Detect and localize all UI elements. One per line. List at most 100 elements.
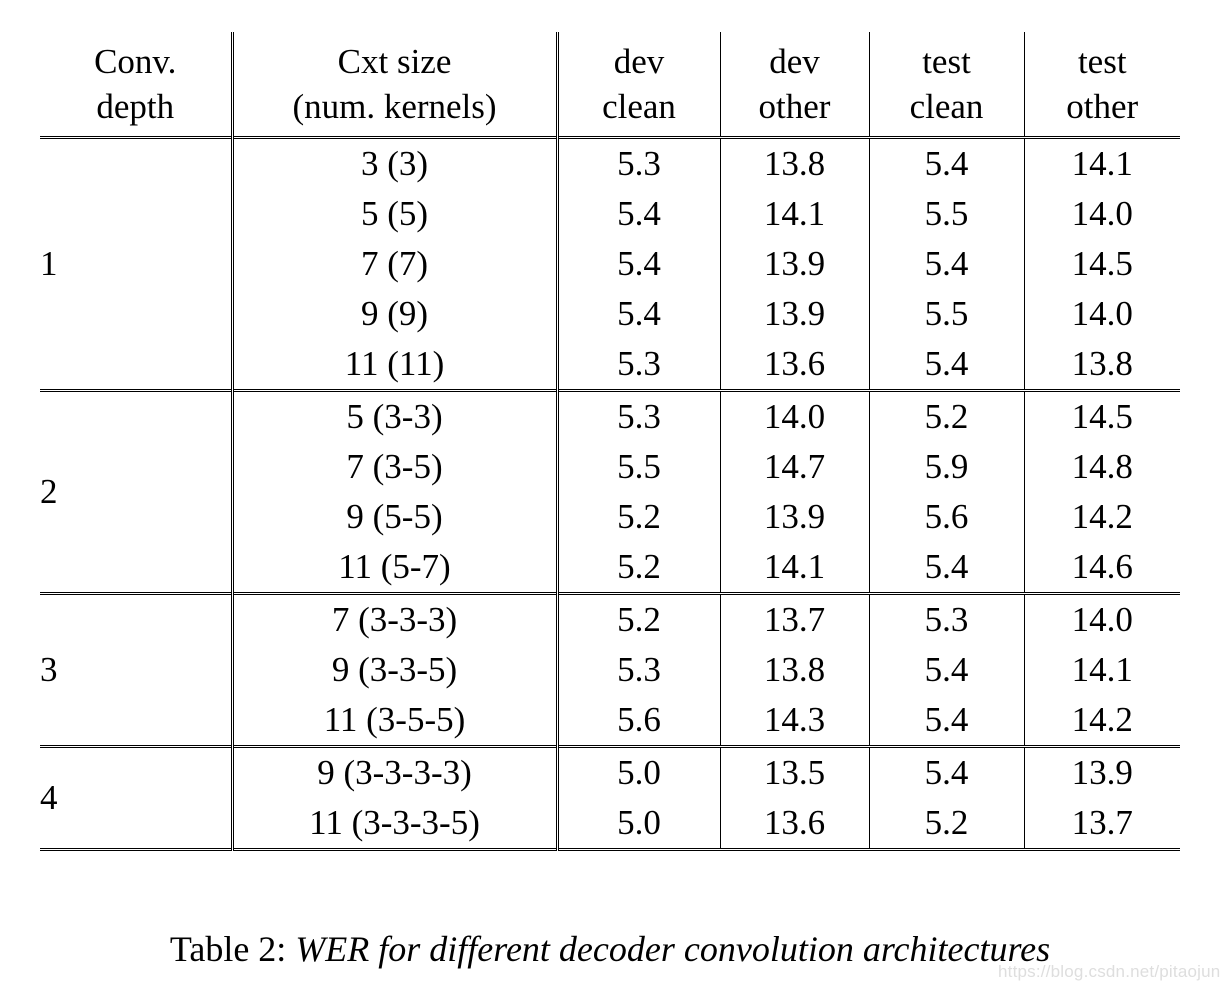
cell-dev-clean: 5.3 xyxy=(557,139,721,189)
table-row: 13 (3) 5.3 13.8 5.4 14.1 xyxy=(40,139,1180,391)
cell-test-clean: 5.4 xyxy=(869,339,1025,391)
cell-test-clean: 5.4 xyxy=(869,695,1025,747)
cell-cxt-size: 9 (9) xyxy=(232,289,559,339)
column-header-test-other: test other xyxy=(1024,32,1180,138)
cell-dev-clean: 5.3 xyxy=(557,339,721,391)
cell-cxt-size: 5 (5) xyxy=(232,189,559,239)
dev-other-line2: other xyxy=(758,87,831,126)
cell-dev-other: 13.9 xyxy=(720,239,870,289)
cell-test-other: 13.9 xyxy=(1024,748,1180,798)
cell-dev-other: 13.8 xyxy=(720,139,870,189)
cell-test-other: 14.0 xyxy=(1024,189,1180,239)
cell-dev-other: 13.9 xyxy=(720,289,870,339)
cell-conv-depth: 2 xyxy=(40,392,234,594)
wer-results-table: Conv. depth Cxt size (num. kernels) dev … xyxy=(40,32,1180,852)
cell-dev-other: 14.7 xyxy=(720,442,870,492)
cell-dev-clean: 5.3 xyxy=(557,392,721,442)
cell-dev-clean: 5.5 xyxy=(557,442,721,492)
cell-test-other: 14.2 xyxy=(1024,695,1180,747)
cxt-size-line2: (num. kernels) xyxy=(292,87,497,126)
cell-cxt-size: 9 (5-5) xyxy=(232,492,559,542)
conv-depth-line1: Conv. xyxy=(94,42,177,81)
test-clean-line2: clean xyxy=(909,87,984,126)
test-other-line2: other xyxy=(1066,87,1139,126)
watermark: https://blog.csdn.net/pitaojun xyxy=(998,962,1221,981)
cell-test-clean: 5.2 xyxy=(869,392,1025,442)
cell-test-other: 14.1 xyxy=(1024,645,1180,695)
cell-test-clean: 5.3 xyxy=(869,595,1025,645)
cell-conv-depth: 1 xyxy=(40,139,234,391)
cell-test-other: 14.5 xyxy=(1024,392,1180,442)
cell-dev-other: 14.1 xyxy=(720,542,870,594)
conv-depth-line2: depth xyxy=(96,87,175,126)
cell-test-other: 14.2 xyxy=(1024,492,1180,542)
cell-test-other: 14.5 xyxy=(1024,239,1180,289)
cell-test-clean: 5.4 xyxy=(869,748,1025,798)
cell-dev-clean: 5.3 xyxy=(557,645,721,695)
cell-cxt-size: 11 (3-5-5) xyxy=(232,695,559,747)
cell-dev-clean: 5.4 xyxy=(557,289,721,339)
cell-cxt-size: 11 (3-3-3-5) xyxy=(232,798,559,850)
cell-dev-clean: 5.4 xyxy=(557,239,721,289)
cell-conv-depth: 4 xyxy=(40,748,234,850)
table-body: 13 (3) 5.3 13.8 5.4 14.1 5 (5) 5.4 14.1 5.5 14.0 7… xyxy=(40,136,1180,852)
cell-test-clean: 5.4 xyxy=(869,239,1025,289)
cell-test-clean: 5.5 xyxy=(869,189,1025,239)
cell-dev-other: 13.9 xyxy=(720,492,870,542)
cell-cxt-size: 9 (3-3-5) xyxy=(232,645,559,695)
column-header-dev-clean: dev clean xyxy=(557,32,721,138)
cell-cxt-size: 5 (3-3) xyxy=(232,392,559,442)
cell-cxt-size: 7 (3-3-3) xyxy=(232,595,559,645)
cell-dev-other: 13.8 xyxy=(720,645,870,695)
table-row: 25 (3-3) 5.3 14.0 5.2 14.5 xyxy=(40,392,1180,594)
table-bottom-rule xyxy=(40,848,1180,852)
cell-cxt-size: 9 (3-3-3-3) xyxy=(232,748,559,798)
cell-test-other: 13.8 xyxy=(1024,339,1180,391)
header-row: Conv. depth Cxt size (num. kernels) dev … xyxy=(40,32,1180,138)
cell-test-clean: 5.4 xyxy=(869,645,1025,695)
cell-dev-clean: 5.2 xyxy=(557,595,721,645)
cell-test-other: 13.7 xyxy=(1024,798,1180,850)
dev-clean-line1: dev xyxy=(613,42,665,81)
cell-dev-clean: 5.2 xyxy=(557,542,721,594)
cell-cxt-size: 7 (3-5) xyxy=(232,442,559,492)
table-figure: Conv. depth Cxt size (num. kernels) dev … xyxy=(0,0,1224,1000)
cell-test-clean: 5.2 xyxy=(869,798,1025,850)
column-header-cxt-size: Cxt size (num. kernels) xyxy=(232,32,559,138)
dev-other-line1: dev xyxy=(769,42,820,81)
cell-dev-other: 14.0 xyxy=(720,392,870,442)
dev-clean-line2: clean xyxy=(602,87,676,126)
cell-test-clean: 5.9 xyxy=(869,442,1025,492)
cell-test-clean: 5.4 xyxy=(869,542,1025,594)
test-other-line1: test xyxy=(1077,42,1127,81)
cxt-size-line1: Cxt size xyxy=(337,42,452,81)
table-row: 49 (3-3-3-3) 5.0 13.5 5.4 13.9 xyxy=(40,748,1180,850)
table-row: 37 (3-3-3) 5.2 13.7 5.3 14.0 xyxy=(40,595,1180,747)
cell-dev-clean: 5.0 xyxy=(557,748,721,798)
cell-test-clean: 5.4 xyxy=(869,139,1025,189)
cell-dev-clean: 5.4 xyxy=(557,189,721,239)
cell-conv-depth: 3 xyxy=(40,595,234,747)
cell-dev-other: 13.6 xyxy=(720,339,870,391)
caption-text: WER for different decoder convolution ar… xyxy=(295,929,1051,969)
cell-dev-clean: 5.0 xyxy=(557,798,721,850)
cell-test-clean: 5.6 xyxy=(869,492,1025,542)
cell-dev-other: 13.5 xyxy=(720,748,870,798)
cell-test-other: 14.6 xyxy=(1024,542,1180,594)
cell-test-other: 14.0 xyxy=(1024,289,1180,339)
column-header-test-clean: test clean xyxy=(869,32,1025,138)
cell-test-clean: 5.5 xyxy=(869,289,1025,339)
cell-test-other: 14.8 xyxy=(1024,442,1180,492)
cell-dev-clean: 5.2 xyxy=(557,492,721,542)
cell-dev-clean: 5.6 xyxy=(557,695,721,747)
column-header-dev-other: dev other xyxy=(720,32,870,138)
cell-cxt-size: 11 (5-7) xyxy=(232,542,559,594)
cell-cxt-size: 7 (7) xyxy=(232,239,559,289)
cell-test-other: 14.1 xyxy=(1024,139,1180,189)
cell-dev-other: 14.1 xyxy=(720,189,870,239)
test-clean-line1: test xyxy=(922,42,971,81)
table-header: Conv. depth Cxt size (num. kernels) dev … xyxy=(40,32,1180,138)
column-header-conv-depth: Conv. depth xyxy=(40,32,234,138)
cell-dev-other: 14.3 xyxy=(720,695,870,747)
rule xyxy=(40,848,1180,852)
